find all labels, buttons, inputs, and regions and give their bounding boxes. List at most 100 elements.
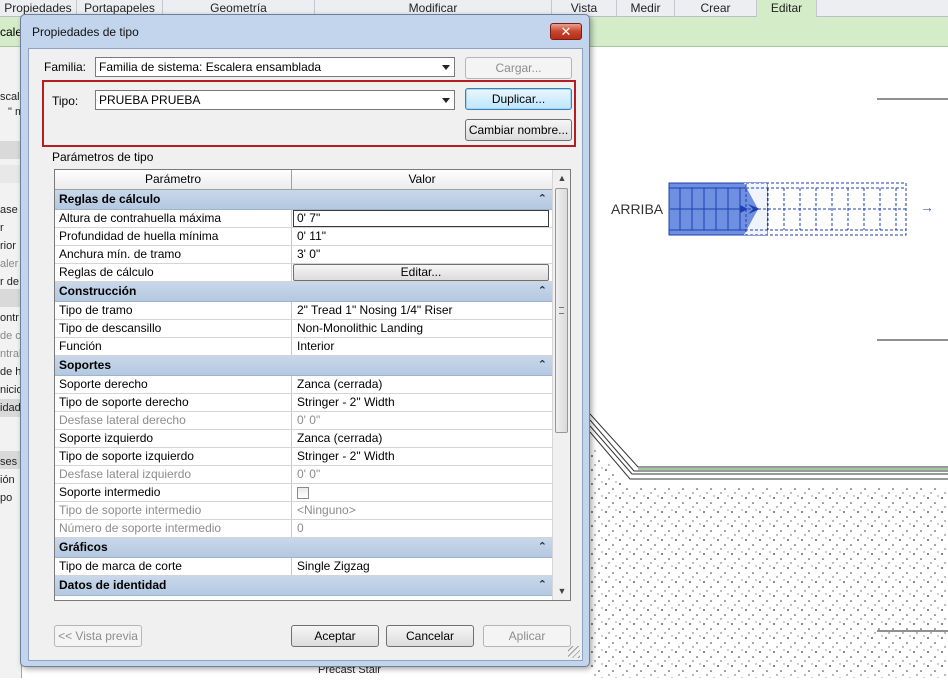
type-parameters-label: Parámetros de tipo	[52, 150, 154, 164]
param-value[interactable]: 3' 0"	[292, 246, 552, 263]
type-properties-dialog: Propiedades de tipo ✕ Familia: Familia d…	[20, 14, 590, 667]
family-select[interactable]: Familia de sistema: Escalera ensamblada	[95, 57, 455, 77]
param-value: 0' 0"	[297, 413, 321, 427]
palette-fragment: po	[0, 492, 13, 504]
group-header[interactable]: Construcción ⌃	[55, 282, 552, 302]
param-name: Desfase lateral izquierdo	[55, 466, 292, 483]
table-row[interactable]: Altura de contrahuella máxima 0' 7"	[55, 210, 552, 228]
param-name: Número de soporte intermedio	[55, 520, 292, 537]
table-row[interactable]: Tipo de tramo 2" Tread 1" Nosing 1/4" Ri…	[55, 302, 552, 320]
param-name: Soporte derecho	[55, 376, 292, 393]
param-value[interactable]: Zanca (cerrada)	[292, 430, 552, 447]
close-button[interactable]: ✕	[550, 23, 582, 40]
column-header-parameter[interactable]: Parámetro	[55, 170, 292, 189]
ribbon-tab-editar[interactable]: Editar	[757, 0, 817, 17]
ribbon-tab-medir[interactable]: Medir	[617, 0, 675, 17]
preview-button[interactable]: << Vista previa	[54, 625, 142, 647]
param-name: Reglas de cálculo	[55, 264, 292, 281]
vertical-scrollbar[interactable]: ▲ ▼	[552, 170, 570, 600]
param-name: Anchura mín. de tramo	[55, 246, 292, 263]
palette-fragment: ión	[0, 474, 15, 486]
collapse-icon[interactable]: ⌃	[538, 579, 547, 591]
param-value[interactable]: Interior	[292, 338, 552, 355]
palette-fragment: r de	[0, 276, 19, 288]
param-value-input[interactable]: 0' 7"	[292, 210, 552, 227]
scroll-down-icon[interactable]: ▼	[553, 583, 570, 600]
scroll-thumb[interactable]	[555, 188, 568, 433]
duplicate-button[interactable]: Duplicar...	[465, 88, 572, 110]
table-row[interactable]: Profundidad de huella mínima 0' 11"	[55, 228, 552, 246]
param-value[interactable]: Stringer - 2" Width	[292, 394, 552, 411]
palette-fragment: aler	[0, 258, 19, 270]
param-name: Altura de contrahuella máxima	[55, 210, 292, 227]
param-value[interactable]: 2" Tread 1" Nosing 1/4" Riser	[292, 302, 552, 319]
param-name: Tipo de descansillo	[55, 320, 292, 337]
table-row[interactable]: Tipo de descansillo Non-Monolithic Landi…	[55, 320, 552, 338]
grid-header: Parámetro Valor	[55, 170, 552, 190]
collapse-icon[interactable]: ⌃	[538, 541, 547, 553]
group-name: Soportes	[59, 358, 112, 372]
palette-fragment: scal	[0, 91, 20, 103]
ribbon-tab-crear[interactable]: Crear	[675, 0, 757, 17]
type-select[interactable]: PRUEBA PRUEBA	[95, 90, 455, 110]
param-value[interactable]: Single Zigzag	[292, 558, 552, 575]
param-value: 0	[297, 521, 304, 535]
table-row[interactable]: Tipo de soporte izquierdo Stringer - 2" …	[55, 448, 552, 466]
cancel-button[interactable]: Cancelar	[386, 625, 474, 647]
param-name: Tipo de tramo	[55, 302, 292, 319]
param-name: Desfase lateral derecho	[55, 412, 292, 429]
param-value[interactable]: Zanca (cerrada)	[292, 376, 552, 393]
stair-up-label: ARRIBA	[611, 201, 664, 217]
column-header-value[interactable]: Valor	[292, 170, 552, 189]
param-name: Función	[55, 338, 292, 355]
table-row[interactable]: Soporte izquierdo Zanca (cerrada)	[55, 430, 552, 448]
scroll-up-icon[interactable]: ▲	[553, 170, 570, 187]
palette-fragment: rior	[0, 240, 16, 252]
collapse-icon[interactable]: ⌃	[538, 193, 547, 205]
param-value[interactable]: 0' 11"	[292, 228, 552, 245]
table-row[interactable]: Anchura mín. de tramo 3' 0"	[55, 246, 552, 264]
table-row: Desfase lateral derecho 0' 0"	[55, 412, 552, 430]
group-header[interactable]: Soportes ⌃	[55, 356, 552, 376]
load-button[interactable]: Cargar...	[465, 57, 572, 79]
group-header[interactable]: Reglas de cálculo ⌃	[55, 190, 552, 210]
param-name: Tipo de soporte intermedio	[55, 502, 292, 519]
table-row: Desfase lateral izquierdo 0' 0"	[55, 466, 552, 484]
param-value[interactable]: Stringer - 2" Width	[292, 448, 552, 465]
collapse-icon[interactable]: ⌃	[538, 359, 547, 371]
table-row: Número de soporte intermedio 0	[55, 520, 552, 538]
palette-fragment: de c	[0, 330, 21, 342]
param-name: Soporte izquierdo	[55, 430, 292, 447]
param-value[interactable]	[292, 484, 552, 501]
collapse-icon[interactable]: ⌃	[538, 285, 547, 297]
table-row[interactable]: Tipo de soporte derecho Stringer - 2" Wi…	[55, 394, 552, 412]
param-name: Tipo de soporte izquierdo	[55, 448, 292, 465]
group-header[interactable]: Gráficos ⌃	[55, 538, 552, 558]
grid-body: Reglas de cálculo ⌃ Altura de contrahuel…	[55, 190, 552, 600]
param-value: 0' 0"	[297, 467, 321, 481]
context-fragment: cale	[0, 25, 23, 39]
apply-button[interactable]: Aplicar	[483, 625, 571, 647]
param-name: Tipo de soporte derecho	[55, 394, 292, 411]
intermediate-support-checkbox[interactable]	[297, 487, 309, 499]
group-name: Gráficos	[59, 540, 108, 554]
dialog-title: Propiedades de tipo	[32, 25, 139, 39]
group-name: Datos de identidad	[59, 578, 167, 592]
palette-fragment: r	[0, 222, 4, 234]
edit-calculation-rules-button[interactable]: Editar...	[293, 264, 549, 281]
rename-button[interactable]: Cambiar nombre...	[465, 119, 572, 141]
drawing-canvas[interactable]: ARRIBA →	[589, 47, 948, 678]
group-header[interactable]: Datos de identidad ⌃	[55, 576, 552, 596]
param-value[interactable]: Non-Monolithic Landing	[292, 320, 552, 337]
ok-button[interactable]: Aceptar	[291, 625, 379, 647]
table-row[interactable]: Reglas de cálculo Editar...	[55, 264, 552, 282]
table-row[interactable]: Soporte intermedio	[55, 484, 552, 502]
dialog-client: Familia: Familia de sistema: Escalera en…	[28, 48, 583, 661]
table-row[interactable]: Tipo de marca de corte Single Zigzag	[55, 558, 552, 576]
table-row[interactable]: Soporte derecho Zanca (cerrada)	[55, 376, 552, 394]
palette-fragment: idad	[0, 402, 21, 414]
resize-grip-icon[interactable]	[568, 646, 580, 658]
arrow-right-icon: →	[920, 199, 934, 215]
table-row[interactable]: Función Interior	[55, 338, 552, 356]
family-value: Familia de sistema: Escalera ensamblada	[99, 60, 322, 74]
